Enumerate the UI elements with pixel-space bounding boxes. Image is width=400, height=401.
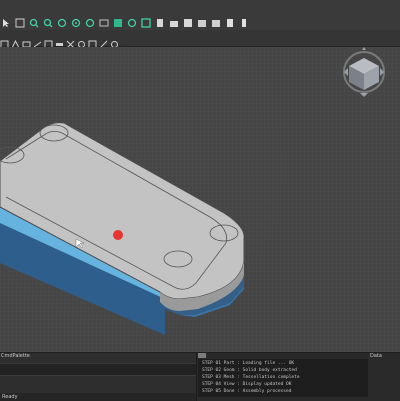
main-toolbar-icons bbox=[0, 15, 250, 31]
console-tab[interactable] bbox=[198, 353, 206, 358]
view-toolbar-icons bbox=[0, 32, 119, 48]
hidden-line-icon[interactable] bbox=[126, 17, 138, 29]
viewcube[interactable] bbox=[343, 47, 385, 97]
view-bottom-icon[interactable] bbox=[55, 34, 64, 46]
console-title: Data bbox=[370, 353, 382, 359]
model-canvas bbox=[0, 47, 385, 335]
console-line: STEP 04 View : Display updated OK bbox=[202, 382, 292, 387]
bottom-panels: CmdPalette Ready Data STEP 01 Part : Loa… bbox=[0, 352, 400, 401]
view-left-icon[interactable] bbox=[22, 34, 31, 47]
polar-icon[interactable] bbox=[110, 34, 119, 48]
zoom-out-icon[interactable] bbox=[42, 17, 54, 29]
select-icon[interactable] bbox=[0, 17, 12, 29]
ortho-icon[interactable] bbox=[99, 34, 108, 48]
console-line: STEP 03 Mesh : Tessellation complete bbox=[202, 375, 300, 380]
command-panel-title: CmdPalette bbox=[1, 353, 30, 359]
point-marker[interactable] bbox=[113, 230, 123, 240]
layer-icon[interactable] bbox=[210, 17, 222, 29]
measure-icon[interactable] bbox=[182, 17, 194, 29]
3d-viewport[interactable]: Z bbox=[0, 47, 400, 352]
settings-icon[interactable] bbox=[238, 17, 250, 29]
console-line: STEP 02 Geom : Solid body extracted bbox=[202, 368, 297, 373]
walk-icon[interactable] bbox=[98, 17, 110, 29]
view-back-icon[interactable] bbox=[44, 34, 53, 48]
rotate-icon[interactable] bbox=[56, 17, 68, 29]
grid-icon[interactable] bbox=[88, 34, 97, 48]
command-input[interactable] bbox=[0, 363, 196, 376]
zoom-in-icon[interactable] bbox=[28, 17, 40, 29]
viewcube-down-arrow-icon bbox=[360, 93, 368, 97]
console-line: STEP 05 Done : Assembly processed bbox=[202, 389, 292, 394]
render-icon[interactable] bbox=[168, 17, 180, 29]
shaded-view-icon[interactable] bbox=[112, 17, 124, 29]
view-iso-icon[interactable] bbox=[33, 34, 42, 47]
viewcube-up-arrow-icon bbox=[362, 47, 366, 50]
snap-icon[interactable] bbox=[77, 34, 86, 48]
section-icon[interactable] bbox=[140, 17, 152, 29]
view-right-icon[interactable] bbox=[66, 34, 75, 48]
fit-view-icon[interactable] bbox=[14, 17, 26, 29]
console-line: STEP 01 Part : Loading file ... OK bbox=[202, 361, 295, 366]
view-top-icon[interactable] bbox=[11, 34, 20, 48]
light-icon[interactable] bbox=[154, 17, 166, 29]
pan-icon[interactable] bbox=[84, 17, 96, 29]
clip-icon[interactable] bbox=[196, 17, 208, 29]
console-output[interactable]: STEP 01 Part : Loading file ... OK STEP … bbox=[198, 359, 368, 397]
orbit-icon[interactable] bbox=[70, 17, 82, 29]
view-front-icon[interactable] bbox=[0, 34, 9, 48]
print-icon[interactable] bbox=[224, 17, 236, 29]
command-panel: CmdPalette Ready bbox=[0, 353, 197, 401]
